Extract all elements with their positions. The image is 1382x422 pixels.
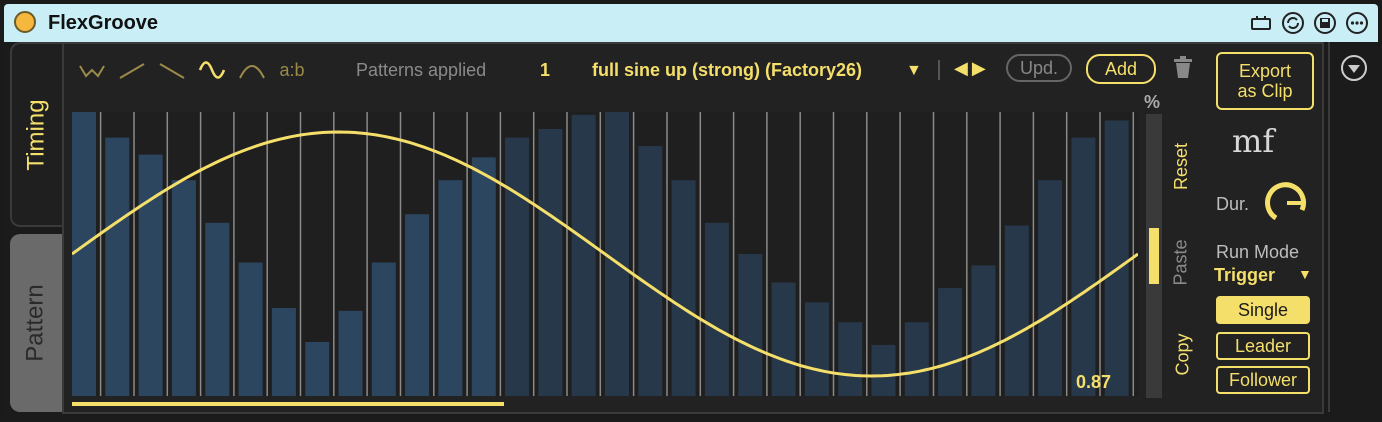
groove-bar[interactable] bbox=[405, 214, 430, 396]
run-mode-label: Run Mode bbox=[1216, 242, 1300, 262]
next-arrow-icon[interactable]: ▶ bbox=[972, 58, 990, 78]
groove-bar[interactable] bbox=[605, 112, 629, 396]
readout-value: 0.87 bbox=[1076, 372, 1112, 392]
groove-bar[interactable] bbox=[505, 137, 530, 396]
paste-button[interactable]: Paste bbox=[1171, 239, 1192, 285]
groove-bar[interactable] bbox=[138, 154, 163, 396]
run-mode-select[interactable]: Trigger bbox=[1214, 265, 1275, 286]
arc-icon[interactable] bbox=[236, 56, 268, 84]
groove-bar[interactable] bbox=[72, 112, 96, 396]
groove-bar[interactable] bbox=[205, 222, 230, 396]
prev-arrow-icon[interactable]: ◀ bbox=[954, 58, 972, 78]
groove-bar[interactable] bbox=[105, 137, 130, 396]
save-icon[interactable] bbox=[1312, 10, 1338, 36]
groove-bar[interactable] bbox=[938, 288, 963, 396]
groove-bar[interactable] bbox=[238, 262, 263, 397]
patterns-applied-value: 1 bbox=[540, 60, 551, 80]
timing-panel: a:b Patterns applied 1 full sine up (str… bbox=[62, 42, 1324, 414]
ramp-up-icon[interactable] bbox=[116, 56, 148, 84]
ramp-down-icon[interactable] bbox=[156, 56, 188, 84]
groove-bar[interactable] bbox=[638, 146, 663, 396]
duration-knob[interactable] bbox=[1264, 180, 1310, 231]
groove-bar[interactable] bbox=[1104, 120, 1129, 397]
collapse-chevron-icon[interactable] bbox=[1340, 54, 1368, 87]
title-bar-icons bbox=[1248, 10, 1370, 36]
playhead-progress bbox=[72, 402, 504, 406]
preset-dropdown[interactable]: full sine up (strong) (Factory26) bbox=[592, 60, 862, 81]
groove-bar[interactable] bbox=[804, 302, 829, 396]
groove-bar[interactable] bbox=[538, 129, 563, 396]
groove-bar[interactable] bbox=[471, 157, 496, 396]
copy-button[interactable]: Copy bbox=[1173, 333, 1194, 375]
title-bar: FlexGroove bbox=[4, 4, 1378, 42]
groove-bar[interactable] bbox=[738, 254, 763, 396]
more-options-icon[interactable] bbox=[1344, 10, 1370, 36]
percent-label: % bbox=[1144, 92, 1161, 112]
ratio-label[interactable]: a:b bbox=[276, 56, 308, 84]
dynamics-mf-symbol[interactable]: mf bbox=[1232, 122, 1274, 160]
reset-button[interactable]: Reset bbox=[1171, 143, 1192, 190]
mode-follower-button[interactable]: Follower bbox=[1216, 366, 1310, 394]
device-side-panel bbox=[1328, 42, 1376, 412]
sine-icon[interactable] bbox=[196, 56, 228, 84]
groove-bar[interactable] bbox=[171, 180, 196, 396]
preset-nav: ◀▶ bbox=[954, 58, 990, 79]
groove-bar[interactable] bbox=[271, 308, 296, 396]
groove-bar[interactable] bbox=[1038, 180, 1063, 396]
duration-label: Dur. bbox=[1216, 194, 1250, 214]
groove-bar[interactable] bbox=[1004, 225, 1029, 396]
add-button[interactable]: Add bbox=[1086, 54, 1156, 84]
export-line1: Export bbox=[1238, 61, 1292, 81]
groove-bar[interactable] bbox=[571, 114, 596, 396]
update-button[interactable]: Upd. bbox=[1006, 54, 1072, 82]
groove-bar[interactable] bbox=[338, 310, 363, 396]
export-as-clip-button[interactable]: Export as Clip bbox=[1216, 52, 1314, 110]
groove-bar[interactable] bbox=[1071, 137, 1096, 396]
amount-slider-fill bbox=[1149, 228, 1159, 284]
mode-single-button[interactable]: Single bbox=[1216, 296, 1310, 324]
amount-slider[interactable] bbox=[1146, 114, 1162, 398]
midi-icon[interactable] bbox=[1248, 10, 1274, 36]
groove-bar[interactable] bbox=[904, 322, 929, 396]
tab-timing[interactable]: Timing bbox=[10, 42, 62, 227]
groove-bar[interactable] bbox=[971, 265, 996, 396]
shape-selector: a:b bbox=[76, 56, 308, 84]
tab-pattern-label: Pattern bbox=[22, 284, 50, 362]
trash-icon[interactable] bbox=[1172, 56, 1194, 85]
groove-bar[interactable] bbox=[871, 344, 896, 396]
groove-bar[interactable] bbox=[704, 222, 729, 396]
tab-timing-label: Timing bbox=[23, 98, 50, 171]
groove-bar[interactable] bbox=[771, 282, 796, 396]
mode-leader-button[interactable]: Leader bbox=[1216, 332, 1310, 360]
groove-bar[interactable] bbox=[838, 322, 863, 396]
device-title: FlexGroove bbox=[48, 12, 159, 34]
tab-pattern[interactable]: Pattern bbox=[10, 234, 62, 412]
export-line2: as Clip bbox=[1237, 81, 1293, 101]
run-mode-dropdown-icon[interactable]: ▼ bbox=[1298, 266, 1312, 282]
patterns-applied-label: Patterns applied bbox=[356, 60, 487, 80]
groove-bar[interactable] bbox=[371, 262, 396, 397]
refresh-icon[interactable] bbox=[1280, 10, 1306, 36]
device-body: Timing Pattern a:b Patterns applied 1 fu… bbox=[4, 42, 1378, 418]
toolbar-divider bbox=[938, 60, 940, 80]
zigzag-icon[interactable] bbox=[76, 56, 108, 84]
groove-bar-plot[interactable] bbox=[72, 112, 1138, 396]
device-frame: FlexGroove Timing Pattern a:b Patterns a… bbox=[0, 0, 1382, 422]
groove-bar[interactable] bbox=[305, 342, 330, 396]
groove-bar[interactable] bbox=[671, 180, 696, 396]
groove-bar[interactable] bbox=[438, 180, 463, 396]
device-power-button[interactable] bbox=[14, 11, 36, 33]
dropdown-arrow-icon[interactable]: ▼ bbox=[906, 62, 922, 80]
